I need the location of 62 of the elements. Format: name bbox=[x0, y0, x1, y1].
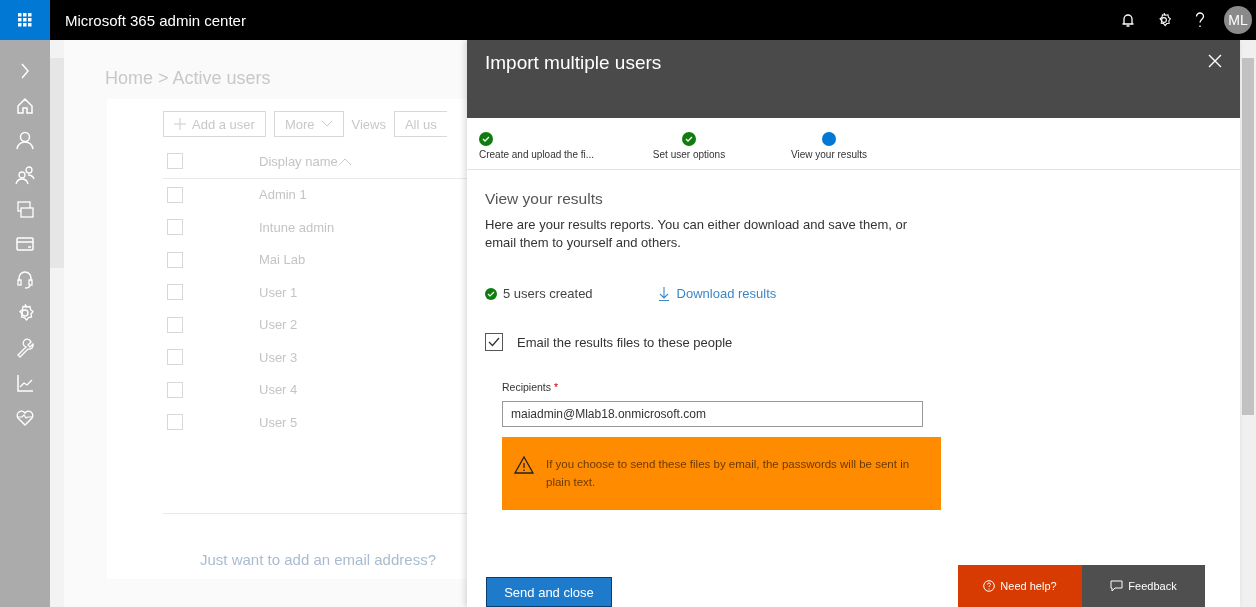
select-all-checkbox[interactable] bbox=[167, 153, 183, 170]
warning-icon bbox=[514, 456, 534, 474]
checkbox-label: Email the results files to these people bbox=[517, 334, 733, 350]
user-name-cell: User 1 bbox=[259, 284, 298, 300]
line-chart-icon bbox=[15, 372, 35, 393]
add-email-link[interactable]: Just want to add an email address? bbox=[200, 551, 436, 568]
heart-icon bbox=[15, 407, 35, 428]
step-label: View your results bbox=[791, 149, 867, 160]
user-avatar[interactable]: ML bbox=[1224, 6, 1252, 34]
panel-title: Import multiple users bbox=[485, 52, 662, 74]
headset-icon bbox=[15, 268, 35, 289]
user-name-cell: User 4 bbox=[259, 382, 298, 398]
step-label: Set user options bbox=[652, 149, 726, 160]
settings-icon bbox=[1156, 12, 1172, 28]
checkmark-icon bbox=[488, 337, 500, 347]
wrench-icon bbox=[15, 338, 35, 359]
row-checkbox[interactable] bbox=[167, 251, 183, 268]
result-text: 5 users created bbox=[503, 286, 593, 301]
scrollbar-thumb[interactable] bbox=[1242, 58, 1254, 415]
user-name-cell: User 2 bbox=[259, 317, 298, 333]
feedback-button[interactable]: Feedback bbox=[1082, 565, 1205, 607]
close-icon bbox=[1208, 54, 1222, 68]
recipients-input-field[interactable]: maiadmin@Mlab18.onmicrosoft.com bbox=[502, 401, 923, 427]
comment-icon bbox=[1110, 580, 1124, 592]
success-icon bbox=[485, 287, 497, 300]
person-icon bbox=[15, 130, 35, 151]
section-heading: View your results bbox=[485, 190, 604, 208]
row-checkbox[interactable] bbox=[167, 381, 183, 398]
warning-text: If you choose to send these files by email, the passwords will be sent in plain text. bbox=[546, 457, 911, 490]
row-checkbox[interactable] bbox=[167, 349, 183, 366]
download-arrow-icon bbox=[658, 286, 669, 301]
row-checkbox[interactable] bbox=[167, 414, 183, 431]
need-help-button[interactable]: Need help? bbox=[958, 565, 1082, 607]
row-checkbox[interactable] bbox=[167, 186, 183, 203]
user-name-cell: User 5 bbox=[259, 414, 298, 430]
row-checkbox[interactable] bbox=[167, 284, 183, 301]
row-checkbox[interactable] bbox=[167, 316, 183, 333]
column-header[interactable]: Display name bbox=[259, 153, 338, 169]
scrollbar-thumb[interactable] bbox=[50, 58, 64, 268]
field-label: Recipients * bbox=[502, 381, 559, 393]
send-and-close-button[interactable]: Send and close bbox=[486, 577, 612, 607]
sort-ascending-icon bbox=[337, 157, 352, 166]
user-name-cell: Mai Lab bbox=[259, 252, 306, 268]
user-name-cell: User 3 bbox=[259, 349, 298, 365]
description-text: Here are your results reports. You can either download and save them, or email them to yourself and others. bbox=[485, 216, 909, 252]
devices-icon bbox=[15, 199, 35, 220]
app-title: Microsoft 365 admin center bbox=[65, 11, 247, 29]
home-icon bbox=[15, 95, 35, 116]
download-results-link[interactable]: Download results bbox=[658, 286, 777, 301]
help-circle-icon bbox=[983, 580, 996, 592]
user-name-cell: Admin 1 bbox=[259, 187, 307, 203]
bell-icon bbox=[1121, 12, 1135, 28]
people-icon bbox=[15, 165, 35, 186]
user-name-cell: Intune admin bbox=[259, 219, 335, 235]
chevron-down-icon bbox=[320, 120, 333, 128]
email-checkbox[interactable] bbox=[485, 333, 503, 351]
plus-icon bbox=[174, 118, 186, 130]
row-checkbox[interactable] bbox=[167, 219, 183, 236]
question-mark-icon bbox=[1195, 12, 1205, 28]
step-label: Create and upload the fi... bbox=[479, 149, 595, 160]
app-launcher-button[interactable] bbox=[0, 0, 50, 40]
app-launcher-icon bbox=[18, 13, 32, 27]
